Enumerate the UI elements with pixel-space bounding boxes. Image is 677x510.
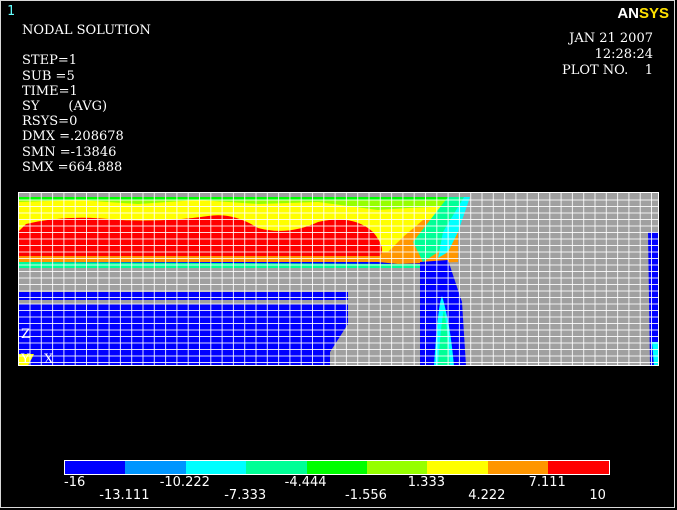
- blue-strip: [18, 292, 348, 300]
- info-line: STEP=1: [22, 53, 77, 69]
- triad-y-label: Y: [21, 352, 30, 367]
- legend-label-top: -16: [64, 475, 86, 490]
- legend-label-top: -10.222: [159, 475, 210, 490]
- window-number: 1: [7, 4, 15, 19]
- legend-label-bottom: 4.222: [468, 488, 506, 503]
- contour-plot: [18, 192, 659, 366]
- info-line: SMN =-13846: [22, 144, 117, 160]
- legend-label-bottom: -1.556: [345, 488, 387, 503]
- date-label: JAN 21 2007: [569, 31, 653, 46]
- legend-label-top: 1.333: [407, 475, 445, 490]
- legend-swatch: [185, 461, 247, 474]
- legend-swatch: [65, 461, 126, 474]
- triad-x-label: X: [44, 352, 54, 367]
- ansys-logo: ANSYS: [617, 5, 669, 22]
- info-line: RSYS=0: [22, 114, 78, 130]
- legend-swatch: [246, 461, 307, 474]
- time-label: 12:28:24: [594, 47, 653, 62]
- legend-swatch: [125, 461, 186, 474]
- legend-label-top: -4.444: [284, 475, 327, 490]
- triad-z-label: Z: [21, 327, 31, 342]
- legend-label-bottom: 10: [589, 488, 606, 503]
- legend-swatch: [427, 461, 488, 474]
- info-line: SY (AVG): [22, 99, 108, 114]
- legend-swatch: [306, 461, 367, 474]
- legend-swatch: [548, 461, 609, 474]
- legend-label-top: 7.111: [528, 475, 566, 490]
- info-line: DMX =.208678: [22, 129, 124, 145]
- legend-label-bottom: -13.111: [99, 488, 150, 503]
- info-line: SUB =5: [22, 68, 75, 84]
- plot-number-label: PLOT NO. 1: [561, 63, 653, 78]
- info-line: TIME=1: [22, 83, 78, 99]
- info-line: SMX =664.888: [22, 159, 123, 175]
- legend-swatch: [367, 461, 428, 474]
- legend-bar: [64, 460, 610, 475]
- legend-label-bottom: -7.333: [224, 488, 267, 503]
- info-line: NODAL SOLUTION: [22, 23, 151, 38]
- legend-swatch: [487, 461, 549, 474]
